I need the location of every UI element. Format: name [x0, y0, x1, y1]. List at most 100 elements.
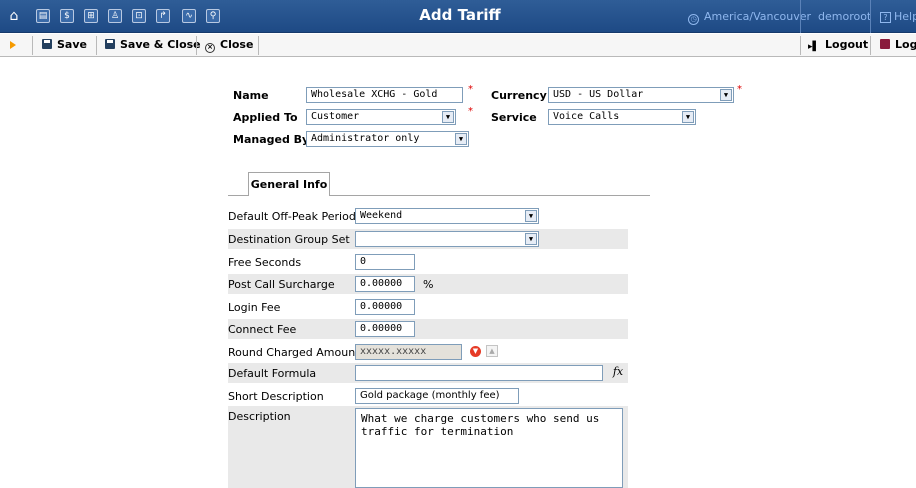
service-value: Voice Calls [553, 111, 620, 122]
chevron-down-icon: ▼ [442, 111, 454, 123]
description-label: Description [228, 410, 291, 423]
round-charged-amount-input[interactable]: xxxxx.xxxxx [355, 344, 462, 360]
login-fee-label: Login Fee [228, 301, 281, 314]
connect-fee-row: Connect Fee 0.00000 [228, 319, 628, 339]
person-icon[interactable]: ♙ [108, 9, 122, 23]
timezone-link[interactable]: ◷ America/Vancouver [688, 10, 811, 25]
divider [32, 36, 33, 55]
floppy-icon [105, 39, 115, 49]
managed-by-value: Administrator only [311, 133, 420, 144]
divider [196, 36, 197, 55]
post-call-surcharge-input[interactable]: 0.00000 [355, 276, 415, 292]
chevron-down-icon: ▼ [682, 111, 694, 123]
save-close-label: Save & Close [120, 38, 201, 51]
free-seconds-input[interactable]: 0 [355, 254, 415, 270]
logs-label: Logs [895, 38, 916, 51]
description-textarea[interactable]: What we charge customers who send us tra… [355, 408, 623, 488]
free-seconds-label: Free Seconds [228, 256, 302, 269]
default-formula-input[interactable] [355, 365, 603, 381]
network-icon[interactable]: ⊡ [132, 9, 146, 23]
divider [800, 36, 801, 55]
flow-icon[interactable]: ↱ [156, 9, 170, 23]
divider [258, 36, 259, 55]
currency-label: Currency [491, 89, 547, 102]
login-fee-input[interactable]: 0.00000 [355, 299, 415, 315]
connect-fee-label: Connect Fee [228, 323, 297, 336]
currency-value: USD - US Dollar [553, 89, 644, 100]
chevron-down-icon: ▼ [720, 89, 732, 101]
home-icon[interactable]: ⌂ [7, 9, 21, 23]
dollar-icon[interactable]: $ [60, 9, 74, 23]
required-mark: * [468, 106, 473, 117]
help-link[interactable]: ? Help [880, 10, 916, 23]
logs-icon [880, 39, 890, 49]
logs-button[interactable]: Logs [880, 38, 916, 51]
chevron-down-icon: ▼ [525, 210, 537, 222]
post-call-surcharge-label: Post Call Surcharge [228, 278, 335, 291]
save-close-button[interactable]: Save & Close [105, 38, 201, 51]
default-off-peak-label: Default Off-Peak Period [228, 210, 356, 223]
close-icon: × [205, 43, 215, 53]
dropdown-icon[interactable]: ▼ [470, 346, 481, 357]
top-bar: ⌂ ▤ $ ⊞ ♙ ⊡ ↱ ∿ ⚲ Add Tariff ◷ America/Va… [0, 0, 916, 33]
divider [870, 36, 871, 55]
clock-icon: ◷ [688, 14, 699, 25]
grid-icon[interactable]: ⊞ [84, 9, 98, 23]
page-title: Add Tariff [419, 6, 501, 24]
save-label: Save [57, 38, 87, 51]
divider [96, 36, 97, 55]
timezone-label: America/Vancouver [704, 10, 812, 23]
destination-group-set-row: Destination Group Set ▼ [228, 229, 628, 249]
default-off-peak-row: Default Off-Peak Period Weekend ▼ [228, 206, 628, 226]
logout-button[interactable]: ▸▌ Logout [808, 38, 868, 52]
default-off-peak-select[interactable]: Weekend ▼ [355, 208, 539, 224]
help-icon: ? [880, 12, 891, 23]
round-charged-amount-row: Round Charged Amount xxxxx.xxxxx ▼ ▲ [228, 342, 628, 362]
required-mark: * [737, 84, 742, 95]
login-fee-row: Login Fee 0.00000 [228, 297, 628, 317]
logout-icon: ▸▌ [808, 42, 820, 52]
connect-fee-input[interactable]: 0.00000 [355, 321, 415, 337]
chevron-down-icon: ▼ [525, 233, 537, 245]
percent-unit: % [423, 278, 434, 291]
free-seconds-row: Free Seconds 0 [228, 252, 628, 272]
divider [800, 0, 801, 33]
tab-general-info[interactable]: General Info [248, 172, 330, 196]
name-input[interactable]: Wholesale XCHG - Gold [306, 87, 463, 103]
short-description-label: Short Description [228, 390, 324, 403]
save-button[interactable]: Save [42, 38, 87, 51]
logout-label: Logout [825, 38, 869, 51]
name-label: Name [233, 89, 269, 102]
required-mark: * [468, 84, 473, 95]
short-description-row: Short Description Gold package (monthly … [228, 386, 628, 406]
currency-select[interactable]: USD - US Dollar ▼ [548, 87, 734, 103]
destination-group-set-select[interactable]: ▼ [355, 231, 539, 247]
service-select[interactable]: Voice Calls ▼ [548, 109, 696, 125]
default-off-peak-value: Weekend [360, 210, 403, 221]
chart-icon[interactable]: ∿ [182, 9, 196, 23]
destination-group-set-label: Destination Group Set [228, 233, 350, 246]
floppy-icon [42, 39, 52, 49]
applied-to-label: Applied To [233, 111, 298, 124]
default-formula-label: Default Formula [228, 367, 317, 380]
toolbar-arrow-icon [10, 41, 16, 49]
list-icon[interactable]: ▤ [36, 9, 50, 23]
close-label: Close [220, 38, 254, 51]
managed-by-select[interactable]: Administrator only ▼ [306, 131, 469, 147]
post-call-surcharge-row: Post Call Surcharge 0.00000 % [228, 274, 628, 294]
service-label: Service [491, 111, 537, 124]
chevron-down-icon: ▼ [455, 133, 467, 145]
default-formula-row: Default Formula fx [228, 363, 628, 383]
help-label: Help [894, 10, 916, 23]
applied-to-value: Customer [311, 111, 360, 122]
managed-by-label: Managed By [233, 133, 310, 146]
formula-wizard-icon[interactable]: fx [610, 364, 626, 380]
short-description-input[interactable]: Gold package (monthly fee) [355, 388, 519, 404]
applied-to-select[interactable]: Customer ▼ [306, 109, 456, 125]
round-charged-amount-label: Round Charged Amount [228, 346, 360, 359]
search-icon[interactable]: ⚲ [206, 9, 220, 23]
up-arrow-icon[interactable]: ▲ [486, 345, 498, 357]
divider [870, 0, 871, 33]
user-link[interactable]: demoroot [818, 10, 871, 23]
close-button[interactable]: × Close [205, 38, 253, 53]
